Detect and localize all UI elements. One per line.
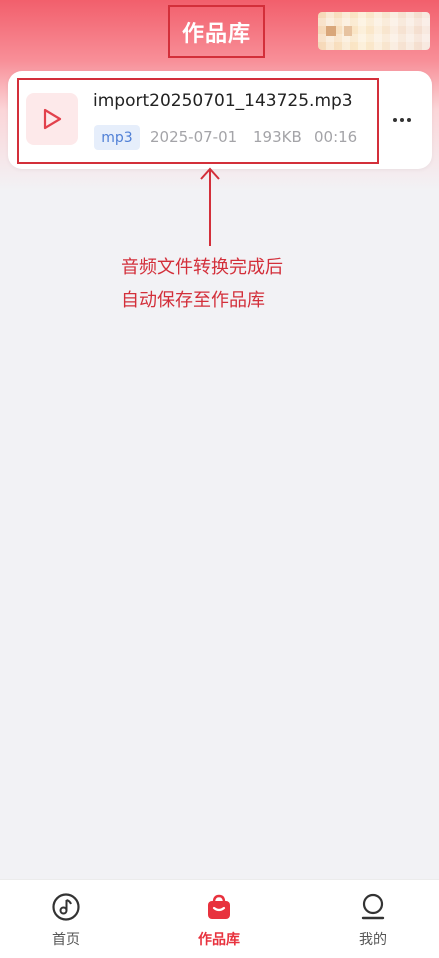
more-dot-icon — [393, 118, 397, 122]
music-note-icon — [52, 893, 80, 921]
blurred-header-content — [318, 12, 430, 50]
annotation-line-2: 自动保存至作品库 — [121, 290, 265, 311]
file-name: import20250701_143725.mp3 — [93, 91, 353, 111]
page-title: 作品库 — [168, 5, 265, 58]
more-options-button[interactable] — [388, 108, 416, 132]
file-duration: 00:16 — [314, 128, 358, 146]
play-icon — [43, 108, 62, 130]
annotation-line-1: 音频文件转换完成后 — [121, 257, 283, 278]
person-icon — [361, 893, 385, 920]
file-size: 193KB — [253, 128, 302, 146]
bag-icon — [208, 894, 230, 919]
bottom-tab-bar: 首页 作品库 我的 — [0, 879, 439, 958]
play-button[interactable] — [26, 93, 78, 145]
tab-home-label: 首页 — [52, 932, 80, 948]
format-tag: mp3 — [94, 125, 140, 150]
tab-works-label: 作品库 — [198, 932, 240, 948]
tab-works[interactable]: 作品库 — [159, 880, 279, 958]
annotation-arrow-icon — [200, 167, 220, 246]
tab-mine[interactable]: 我的 — [313, 880, 433, 958]
file-date: 2025-07-01 — [150, 128, 238, 146]
tab-home[interactable]: 首页 — [6, 880, 126, 958]
tab-mine-label: 我的 — [359, 932, 387, 948]
